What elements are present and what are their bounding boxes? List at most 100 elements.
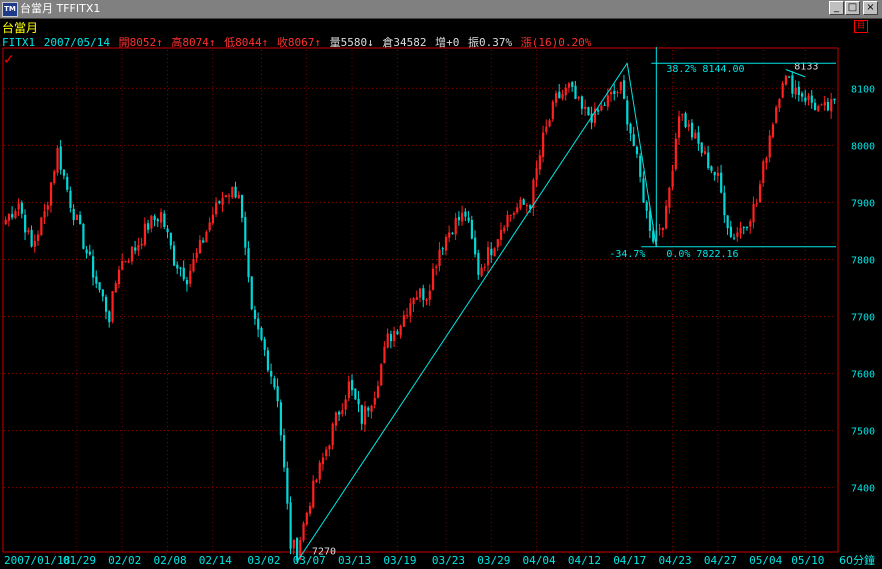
candle (775, 105, 778, 124)
candle (736, 226, 739, 242)
candle-body (616, 92, 619, 94)
candle-body (558, 91, 561, 99)
candle (312, 475, 315, 509)
candle-body (121, 260, 124, 270)
candle-body (613, 90, 616, 94)
candle (486, 241, 490, 273)
candle-body (577, 97, 580, 99)
candle-body (784, 75, 788, 85)
candle-body (160, 212, 163, 223)
candle (43, 203, 46, 224)
candle-body (383, 346, 386, 364)
candle (72, 204, 75, 226)
candle-body (435, 266, 438, 268)
candle-body (114, 283, 117, 293)
candle (176, 261, 179, 275)
candle (768, 129, 771, 163)
candle-body (545, 126, 548, 132)
candle-body (402, 315, 406, 327)
candle-body (208, 222, 211, 231)
candle-body (46, 205, 49, 210)
candle-body (723, 192, 726, 216)
candle (742, 226, 745, 235)
candle (357, 391, 360, 413)
candle-body (231, 186, 234, 198)
candle-body (801, 93, 804, 97)
fib-neg-label: -34.7% (609, 249, 645, 260)
candle (451, 231, 454, 235)
candle-body (535, 168, 538, 180)
candle (266, 347, 270, 373)
x-tick-label: 03/19 (383, 554, 416, 567)
candle-body (745, 227, 749, 229)
candle-body (522, 199, 525, 205)
candle-body (409, 303, 412, 316)
candle-body (156, 219, 159, 222)
y-tick-label: 8000 (851, 141, 875, 152)
candle-body (749, 221, 752, 227)
candle (435, 264, 438, 276)
candle-body (85, 249, 88, 254)
candle (558, 84, 561, 99)
candle-body (104, 296, 108, 312)
candle (406, 307, 409, 320)
candle-body (273, 378, 276, 388)
candle-body (415, 297, 418, 300)
candle (121, 253, 124, 271)
candle-body (347, 381, 350, 399)
candle-body (134, 247, 137, 251)
candle (169, 232, 172, 250)
candle-body (554, 93, 558, 103)
candle (639, 153, 642, 183)
candle-body (684, 113, 687, 128)
candle-body (516, 207, 519, 213)
candle (409, 298, 412, 323)
candle-body (286, 468, 289, 504)
candle-body (312, 480, 315, 508)
candle-body (124, 261, 127, 263)
candle (661, 227, 665, 238)
candle (454, 212, 457, 240)
candle (85, 246, 88, 259)
candle (522, 198, 525, 205)
candle-body (645, 202, 648, 211)
candle-body (817, 106, 820, 112)
candle (745, 226, 749, 231)
candle (79, 211, 82, 225)
candle-body (448, 232, 451, 238)
candle (17, 198, 20, 216)
candle-body (283, 435, 286, 468)
candle (506, 210, 509, 232)
candle-body (263, 339, 266, 350)
candle-body (147, 223, 150, 230)
candlestick-chart[interactable]: 72708133 38.2% 8144.00 0.0% 7822.16 -34.7%… (0, 0, 882, 569)
candle-body (17, 203, 20, 210)
candle (127, 258, 130, 264)
candle (619, 81, 622, 95)
candle-body (253, 309, 257, 319)
candle (386, 328, 389, 349)
candle-body (564, 87, 567, 96)
candle-body (697, 132, 700, 144)
candle (185, 276, 189, 292)
candle (40, 216, 43, 237)
candle-body (658, 228, 661, 230)
candle (642, 171, 645, 203)
y-tick-label: 7400 (851, 484, 875, 495)
candle (143, 217, 147, 247)
candle (512, 211, 516, 220)
candle (208, 217, 211, 233)
candle-body (341, 410, 344, 414)
candle-body (69, 190, 72, 208)
candle-body (279, 402, 282, 436)
candle (150, 214, 153, 233)
candle (20, 200, 24, 219)
x-tick-label: 05/10 (791, 554, 824, 567)
candle-body (742, 227, 745, 229)
candle (519, 196, 522, 211)
candle (791, 71, 794, 98)
y-tick-label: 8100 (851, 84, 875, 95)
candle (98, 282, 101, 293)
candle (713, 171, 716, 181)
candle (270, 363, 273, 385)
